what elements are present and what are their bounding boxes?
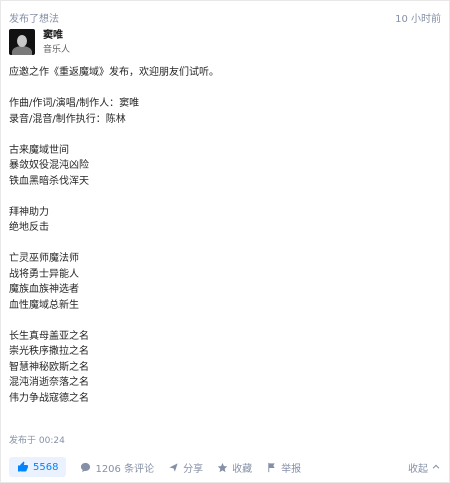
share-icon	[169, 462, 178, 472]
comment-icon	[81, 462, 91, 472]
star-icon	[217, 462, 228, 472]
content-line: 应邀之作《重返魔域》发布，欢迎朋友们试听。	[9, 67, 219, 78]
share-button[interactable]: 分享	[168, 460, 203, 475]
collapse-button[interactable]: 收起	[408, 460, 441, 475]
collapse-label: 收起	[408, 463, 428, 475]
content-line: 智慧神秘欧斯之名	[9, 361, 89, 373]
chevron-up-icon	[432, 464, 440, 469]
content-line: 暴敛奴役混沌凶险	[9, 160, 89, 171]
post-action-label: 发布了想法	[9, 13, 59, 25]
avatar[interactable]	[9, 29, 35, 55]
report-button[interactable]: 举报	[266, 460, 301, 475]
content-line: 伟力争战寇德之名	[9, 392, 89, 404]
upvote-button[interactable]: 5568	[9, 457, 67, 477]
author-role: 音乐人	[43, 44, 71, 55]
content-line: 铁血黑暗杀伐浑天	[9, 175, 89, 187]
content-line: 拜神助力	[9, 206, 49, 218]
vote-count: 5568	[33, 461, 59, 473]
content-line: 魔族血族神选者	[9, 284, 79, 295]
content-line: 战将勇士异能人	[9, 268, 79, 280]
posted-time: 发布于 00:24	[9, 436, 65, 446]
post-content: 应邀之作《重返魔域》发布，欢迎朋友们试听。 作曲/作词/演唱/制作人：窦唯 录音/混…	[9, 65, 439, 406]
content-line: 绝地反击	[9, 222, 49, 233]
content-line: 崇光秩序撒拉之名	[9, 346, 89, 357]
content-line: 混沌消逝奈落之名	[9, 377, 89, 388]
action-bar: 5568 1206 条评论 分享 收藏 举报 收起	[9, 456, 441, 478]
post-header: 发布了想法 10 小时前	[9, 9, 441, 25]
favorite-button[interactable]: 收藏	[217, 460, 252, 475]
share-label: 分享	[183, 463, 204, 475]
favorite-label: 收藏	[232, 463, 253, 475]
content-line: 录音/混音/制作执行：陈林	[9, 113, 126, 125]
content-line: 血性魔域总新生	[9, 299, 79, 311]
content-line: 长生真母盖亚之名	[9, 330, 89, 342]
content-line: 古来魔域世间	[9, 144, 69, 156]
author-info: 窦唯 音乐人	[9, 27, 70, 57]
comments-button[interactable]: 1206 条评论	[80, 460, 154, 475]
content-line: 亡灵巫师魔法师	[9, 253, 79, 264]
report-label: 举报	[281, 463, 302, 475]
post-time[interactable]: 10 小时前	[395, 10, 441, 25]
post-card: 发布了想法 10 小时前 窦唯 音乐人 应邀之作《重返魔域》发布，欢迎朋友们试听…	[0, 0, 450, 483]
thumbs-up-icon	[18, 461, 28, 472]
comments-label: 1206 条评论	[95, 463, 155, 475]
flag-icon	[268, 462, 275, 472]
author-name[interactable]: 窦唯	[43, 29, 70, 43]
content-line: 作曲/作词/演唱/制作人：窦唯	[9, 98, 140, 109]
